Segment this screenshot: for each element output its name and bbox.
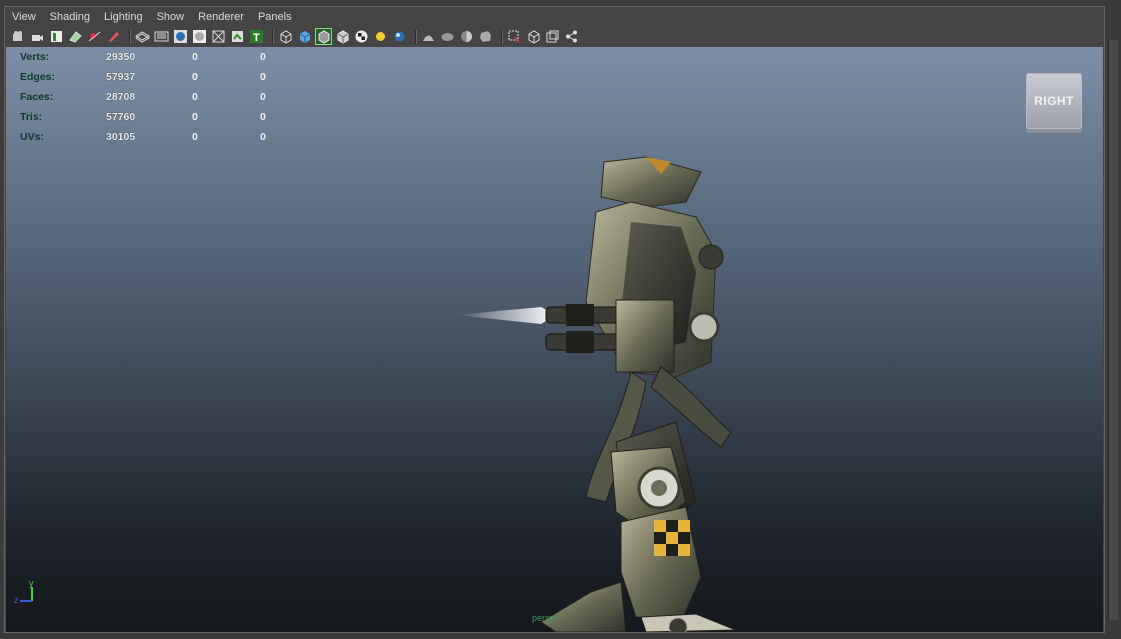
hud-selected: 0 (192, 51, 198, 63)
bottom-strip (0, 633, 1121, 639)
image-plane-icon[interactable] (68, 29, 83, 44)
text-icon[interactable]: T (249, 29, 264, 44)
menu-view[interactable]: View (5, 11, 43, 23)
panel-scrollbar[interactable] (1108, 40, 1118, 620)
hud-icon[interactable] (421, 29, 436, 44)
poly-count-hud: Verts: 29350 0 0 Edges: 57937 0 0 Faces:… (20, 47, 328, 147)
ambient-occlusion-icon[interactable] (459, 29, 474, 44)
textured-icon[interactable] (230, 29, 245, 44)
cube-texture-icon[interactable] (335, 29, 350, 44)
sphere-icon[interactable] (392, 29, 407, 44)
hud-extra: 0 (260, 71, 266, 83)
menu-lighting[interactable]: Lighting (97, 11, 150, 23)
hud-row-tris: Tris: 57760 0 0 (20, 107, 328, 127)
xray-icon[interactable] (526, 29, 541, 44)
hud-label: Verts: (20, 51, 50, 63)
node-graph-icon[interactable] (564, 29, 579, 44)
svg-text:T: T (253, 32, 260, 44)
flat-shade-icon[interactable] (192, 29, 207, 44)
robot-model[interactable] (446, 102, 766, 632)
hud-extra: 0 (260, 51, 266, 63)
hud-selected: 0 (192, 91, 198, 103)
hud-label: Faces: (20, 91, 54, 103)
menu-panels[interactable]: Panels (251, 11, 299, 23)
axis-y-label: y (29, 578, 34, 588)
panel-menubar: View Shading Lighting Show Renderer Pane… (5, 7, 1104, 27)
hud-value: 57760 (106, 111, 136, 123)
xray-joints-icon[interactable] (545, 29, 560, 44)
hud-extra: 0 (260, 91, 266, 103)
isolate-select-icon[interactable] (507, 29, 522, 44)
hud-row-faces: Faces: 28708 0 0 (20, 87, 328, 107)
hud-row-uvs: UVs: 30105 0 0 (20, 127, 328, 147)
right-side-panel (1105, 0, 1121, 639)
viewcube-right[interactable]: RIGHT (1026, 73, 1082, 129)
cube-select-icon[interactable] (315, 28, 332, 45)
hud-label: Tris: (20, 111, 43, 123)
menu-shading[interactable]: Shading (43, 11, 97, 23)
toolbar-separator (415, 29, 417, 44)
shadow-icon[interactable] (440, 29, 455, 44)
camera-tools-icon[interactable] (30, 29, 45, 44)
grid-toggle-icon[interactable] (87, 29, 102, 44)
camera-name-label: persp (532, 613, 555, 623)
hud-extra: 0 (260, 111, 266, 123)
toolbar-separator (129, 29, 131, 44)
hud-selected: 0 (192, 131, 198, 143)
hud-value: 57937 (106, 71, 136, 83)
pencil-icon[interactable] (106, 29, 121, 44)
bounding-box-icon[interactable] (211, 29, 226, 44)
hud-label: UVs: (20, 131, 44, 143)
perspective-viewport[interactable]: Verts: 29350 0 0 Edges: 57937 0 0 Faces:… (6, 47, 1103, 632)
camera-attributes-icon[interactable] (11, 29, 26, 44)
hud-row-edges: Edges: 57937 0 0 (20, 67, 328, 87)
checker-texture (654, 520, 690, 556)
hud-value: 29350 (106, 51, 136, 63)
shaded-icon[interactable] (154, 29, 169, 44)
axis-z-label: z (14, 595, 19, 605)
muzzle-flash (456, 307, 556, 324)
menu-show[interactable]: Show (150, 11, 192, 23)
checker-icon[interactable] (354, 29, 369, 44)
toolbar-separator (501, 29, 503, 44)
hud-value: 30105 (106, 131, 136, 143)
smooth-shade-icon[interactable] (173, 29, 188, 44)
panel-toolbar: T (5, 27, 1104, 46)
toolbar-separator (272, 29, 274, 44)
hud-value: 28708 (106, 91, 136, 103)
menu-renderer[interactable]: Renderer (191, 11, 251, 23)
light-icon[interactable] (373, 29, 388, 44)
hud-label: Edges: (20, 71, 56, 83)
hud-row-verts: Verts: 29350 0 0 (20, 47, 328, 67)
cube-wire-icon[interactable] (278, 29, 293, 44)
hud-selected: 0 (192, 111, 198, 123)
hud-selected: 0 (192, 71, 198, 83)
wireframe-icon[interactable] (135, 29, 150, 44)
antialias-icon[interactable] (478, 29, 493, 44)
bookmark-icon[interactable] (49, 29, 64, 44)
axis-gizmo: y z (14, 578, 34, 605)
cube-shaded-icon[interactable] (297, 29, 312, 44)
hud-extra: 0 (260, 131, 266, 143)
